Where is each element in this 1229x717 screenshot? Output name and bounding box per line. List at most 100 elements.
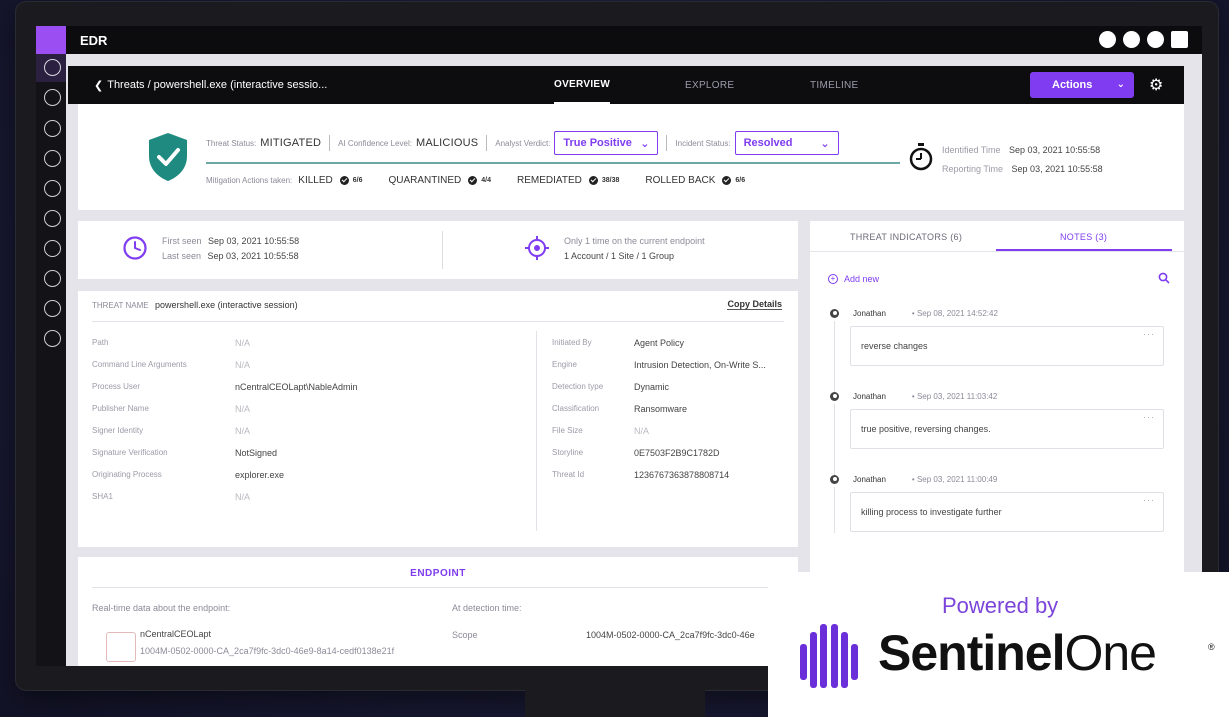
seen-card: First seen Sep 03, 2021 10:55:58 Last se… (78, 221, 798, 279)
nav-item-5[interactable] (44, 180, 61, 197)
nav-item-6[interactable] (44, 210, 61, 227)
note-time: • Sep 03, 2021 11:03:42 (911, 392, 998, 401)
first-seen-value: Sep 03, 2021 10:55:58 (208, 236, 300, 246)
divider (810, 251, 1184, 252)
mitigation-killed-count: 6/6 (352, 177, 363, 184)
maximize-icon[interactable] (1171, 31, 1188, 48)
check-circle-icon (468, 176, 478, 185)
nav-item-3[interactable] (44, 120, 61, 137)
divider (442, 231, 443, 269)
divider (329, 135, 331, 151)
field-value: N/A (235, 426, 251, 436)
check-circle-icon (588, 176, 598, 185)
incident-status-dropdown[interactable]: Resolved ⌄ (734, 131, 839, 155)
divider (92, 321, 784, 322)
field-value: N/A (235, 404, 251, 414)
tab-overview[interactable]: OVERVIEW (554, 66, 611, 104)
field-value: 1236767363878808714 (634, 470, 730, 480)
nav-item-10[interactable] (44, 330, 61, 347)
active-tab-indicator (996, 249, 1172, 251)
field-label: Initiated By (552, 338, 592, 347)
divider (486, 135, 488, 151)
sentinelone-wordmark: SentinelOne (878, 624, 1157, 682)
left-nav-rail (36, 54, 66, 666)
nav-item-7[interactable] (44, 240, 61, 257)
window-controls (1099, 31, 1188, 48)
field-label: Command Line Arguments (92, 360, 187, 369)
search-icon[interactable] (1158, 272, 1170, 284)
shield-check-icon (149, 133, 187, 181)
field-label: Detection type (552, 382, 604, 391)
nav-item-4[interactable] (44, 150, 61, 167)
threat-details-card: THREAT NAME powershell.exe (interactive … (78, 291, 798, 547)
threat-status-label: Threat Status: (206, 138, 257, 148)
add-note-button[interactable]: + Add new (828, 274, 879, 284)
breadcrumb-text[interactable]: Threats / powershell.exe (interactive se… (107, 79, 327, 91)
breadcrumb[interactable]: ❮ Threats / powershell.exe (interactive … (94, 79, 327, 92)
timeline-line (834, 321, 835, 393)
threat-status-card: Threat Status: MITIGATED AI Confidence L… (78, 104, 1184, 210)
mitigation-quarantined-count: 4/4 (481, 177, 492, 184)
last-seen-value: Sep 03, 2021 10:55:58 (207, 251, 299, 261)
field-label: Classification (552, 404, 600, 413)
field-value: NotSigned (235, 448, 278, 458)
field-value: Dynamic (634, 382, 670, 392)
tab-explore[interactable]: EXPLORE (685, 66, 734, 104)
gear-icon[interactable]: ⚙ (1149, 75, 1163, 95)
last-seen-label: Last seen (162, 251, 202, 261)
note-card[interactable]: true positive, reversing changes. ··· (850, 409, 1164, 449)
menu-icon[interactable] (1147, 31, 1164, 48)
mitigation-row: Mitigation Actions taken: KILLED 6/6 QUA… (206, 175, 765, 186)
note-card[interactable]: killing process to investigate further ·… (850, 492, 1164, 532)
tab-notes[interactable]: NOTES (3) (1060, 232, 1107, 242)
field-label: SHA1 (92, 492, 113, 501)
endpoint-id: 1004M-0502-0000-CA_2ca7f9fc-3dc0-46e9-8a… (140, 646, 395, 656)
actions-label: Actions (1052, 79, 1093, 91)
ai-confidence-label: AI Confidence Level: (338, 138, 412, 148)
field-label: Threat Id (552, 470, 585, 479)
mitigation-rolled-back-count: 6/6 (735, 177, 746, 184)
clock-icon (123, 236, 147, 260)
mitigation-killed: KILLED (298, 175, 333, 186)
realtime-label: Real-time data about the endpoint: (92, 603, 231, 613)
user-icon (830, 475, 839, 484)
note-author: Jonathan (853, 309, 886, 318)
field-label: Path (92, 338, 109, 347)
tab-threat-indicators[interactable]: THREAT INDICATORS (6) (850, 232, 962, 242)
timeline-line (834, 487, 835, 533)
more-icon[interactable]: ··· (1143, 495, 1155, 505)
field-label: Process User (92, 382, 141, 391)
more-icon[interactable]: ··· (1143, 412, 1155, 422)
nav-item-2[interactable] (44, 89, 61, 106)
tab-timeline[interactable]: TIMELINE (810, 66, 859, 104)
field-value: N/A (235, 338, 251, 348)
restore-icon[interactable] (1123, 31, 1140, 48)
field-label: Publisher Name (92, 404, 149, 413)
nav-item-9[interactable] (44, 300, 61, 317)
analyst-verdict-dropdown[interactable]: True Positive ⌄ (554, 131, 659, 155)
check-circle-icon (339, 176, 349, 185)
field-value: Intrusion Detection, On-Write S... (634, 360, 766, 370)
note-header: Jonathan • Sep 03, 2021 11:03:42 (830, 392, 997, 401)
seen-times: First seen Sep 03, 2021 10:55:58 Last se… (162, 234, 299, 264)
analyst-verdict-value: True Positive (563, 137, 632, 149)
detection-time-label: At detection time: (452, 603, 522, 613)
incident-status-value: Resolved (743, 137, 793, 149)
copy-details-link[interactable]: Copy Details (727, 299, 782, 310)
brand-name-bold: Sentinel (878, 625, 1065, 681)
actions-button[interactable]: Actions ⌄ (1030, 72, 1134, 98)
mitigation-quarantined: QUARANTINED (388, 175, 462, 186)
back-chevron-icon[interactable]: ❮ (94, 79, 103, 92)
minimize-icon[interactable] (1099, 31, 1116, 48)
more-icon[interactable]: ··· (1143, 329, 1155, 339)
field-label: Originating Process (92, 470, 162, 479)
analyst-verdict-label: Analyst Verdict: (495, 138, 551, 148)
powered-by-badge: Powered by SentinelOne ® (768, 572, 1229, 717)
note-card[interactable]: reverse changes ··· (850, 326, 1164, 366)
nav-item-8[interactable] (44, 270, 61, 287)
nav-item-1[interactable] (44, 59, 61, 76)
app-window: EDR ❮ Threats / powershell.exe (interact… (36, 26, 1202, 666)
user-icon (830, 392, 839, 401)
scope-value: 1004M-0502-0000-CA_2ca7f9fc-3dc0-46e (586, 630, 755, 640)
endpoint-title: ENDPOINT (410, 568, 466, 579)
